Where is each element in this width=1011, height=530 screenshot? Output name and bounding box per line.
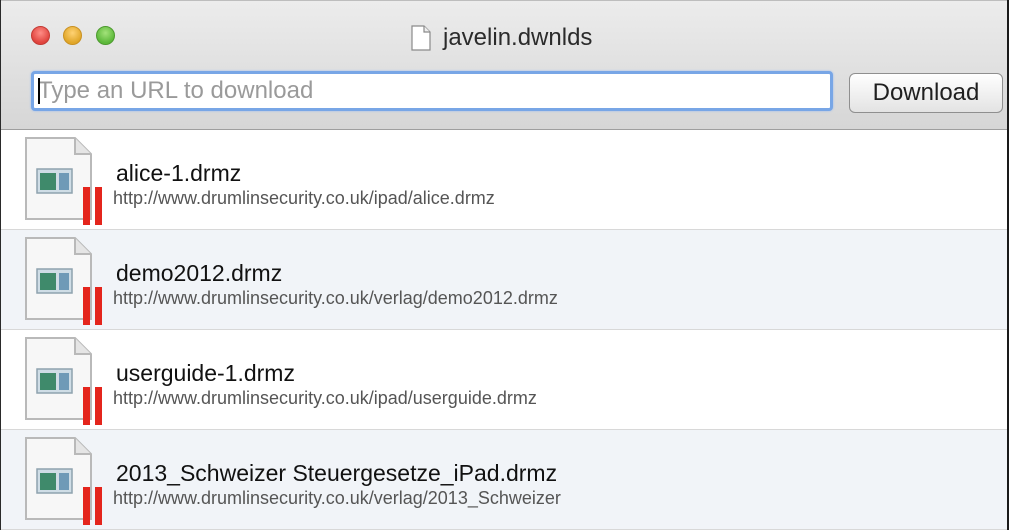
document-icon	[25, 337, 102, 425]
download-button[interactable]: Download	[849, 73, 1003, 113]
file-url: http://www.drumlinsecurity.co.uk/ipad/us…	[113, 388, 537, 408]
close-window-button[interactable]	[31, 26, 50, 45]
file-url: http://www.drumlinsecurity.co.uk/verlag/…	[113, 488, 561, 508]
pause-icon	[83, 487, 102, 525]
list-item[interactable]: alice-1.drmz http://www.drumlinsecurity.…	[1, 130, 1007, 230]
pause-icon	[83, 187, 102, 225]
list-item[interactable]: demo2012.drmz http://www.drumlinsecurity…	[1, 230, 1007, 330]
pause-icon	[83, 387, 102, 425]
list-item[interactable]: userguide-1.drmz http://www.drumlinsecur…	[1, 330, 1007, 430]
zoom-window-button[interactable]	[96, 26, 115, 45]
text-caret	[38, 78, 40, 104]
url-input[interactable]	[31, 71, 833, 111]
document-icon	[25, 237, 102, 325]
document-icon	[25, 437, 102, 525]
document-icon	[25, 137, 102, 225]
file-name: 2013_Schweizer Steuergesetze_iPad.drmz	[116, 460, 558, 486]
window-toolbar: javelin.dwnlds Download	[1, 0, 1007, 130]
pause-icon	[83, 287, 102, 325]
list-item[interactable]: 2013_Schweizer Steuergesetze_iPad.drmz h…	[1, 430, 1007, 530]
file-url: http://www.drumlinsecurity.co.uk/verlag/…	[113, 288, 558, 308]
document-icon	[411, 25, 431, 51]
file-name: alice-1.drmz	[116, 160, 242, 186]
file-name: userguide-1.drmz	[116, 360, 295, 386]
minimize-window-button[interactable]	[63, 26, 82, 45]
window-title-area: javelin.dwnlds	[411, 23, 592, 53]
downloads-window: javelin.dwnlds Download alice-1.drmz htt…	[0, 0, 1009, 530]
file-url: http://www.drumlinsecurity.co.uk/ipad/al…	[113, 188, 495, 208]
file-name: demo2012.drmz	[116, 260, 283, 286]
downloads-list: alice-1.drmz http://www.drumlinsecurity.…	[1, 130, 1007, 530]
window-title: javelin.dwnlds	[443, 24, 593, 51]
